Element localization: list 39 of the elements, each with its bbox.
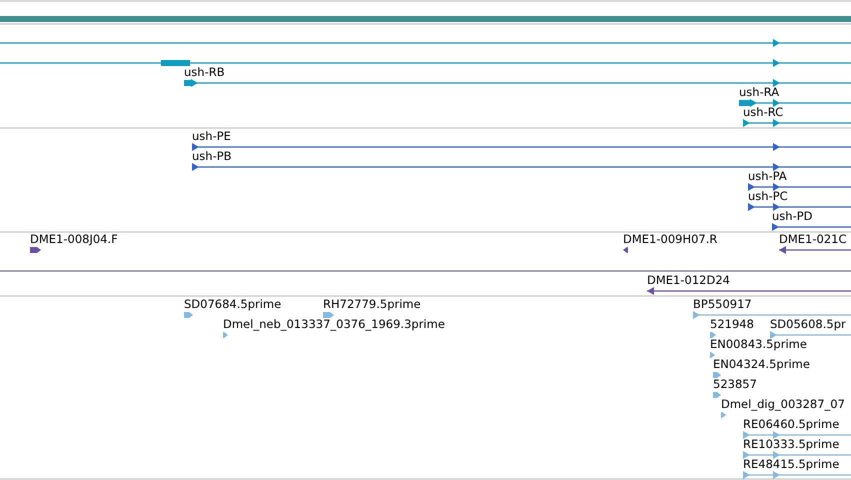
feature-glyph[interactable]: [743, 119, 851, 127]
feature-label: RE48415.5prime: [743, 457, 840, 471]
feature-label: SD07684.5prime: [184, 297, 282, 311]
feature-glyph[interactable]: [623, 247, 628, 253]
feature-glyph[interactable]: [748, 203, 851, 211]
feature-label: EN00843.5prime: [710, 337, 807, 351]
feature-label: DME1-008J04.F: [30, 232, 118, 246]
feature-glyph[interactable]: [0, 39, 851, 47]
feature-label: DME1-012D24: [647, 273, 730, 287]
feature-label: Dmel_dig_003287_07: [721, 397, 845, 411]
feature-label: DME1-021C: [779, 232, 846, 246]
feature-glyph[interactable]: [30, 247, 41, 253]
feature-label: EN04324.5prime: [713, 357, 810, 371]
feature-label: Dmel_neb_013337_0376_1969.3prime: [223, 317, 445, 331]
feature-label: ush-PC: [748, 189, 788, 203]
feature-label: 521948: [710, 317, 754, 331]
feature-glyph[interactable]: [739, 99, 851, 107]
feature-label: ush-PE: [192, 129, 231, 143]
feature-label: RE10333.5prime: [743, 437, 840, 451]
feature-glyph[interactable]: [192, 163, 851, 171]
feature-glyph[interactable]: [772, 223, 851, 231]
feature-label: SD05608.5pr: [770, 317, 846, 331]
feature-glyph[interactable]: [192, 143, 851, 151]
feature-label: ush-PA: [748, 169, 787, 183]
feature-glyph[interactable]: [779, 246, 851, 254]
feature-glyph[interactable]: [0, 59, 851, 67]
feature-label: ush-PB: [192, 149, 232, 163]
feature-glyph[interactable]: [647, 287, 851, 295]
feature-glyph[interactable]: [184, 79, 851, 87]
feature-glyph[interactable]: [748, 183, 851, 191]
feature-label: RH72779.5prime: [323, 297, 421, 311]
feature-label: ush-RC: [743, 105, 784, 119]
feature-label: RE06460.5prime: [743, 417, 840, 431]
feature-label: DME1-009H07.R: [623, 232, 718, 246]
feature-label: 523857: [713, 377, 757, 391]
feature-label: ush-RA: [739, 85, 780, 99]
feature-label: BP550917: [693, 297, 752, 311]
feature-label: ush-RB: [184, 65, 225, 79]
feature-label: ush-PD: [772, 209, 813, 223]
